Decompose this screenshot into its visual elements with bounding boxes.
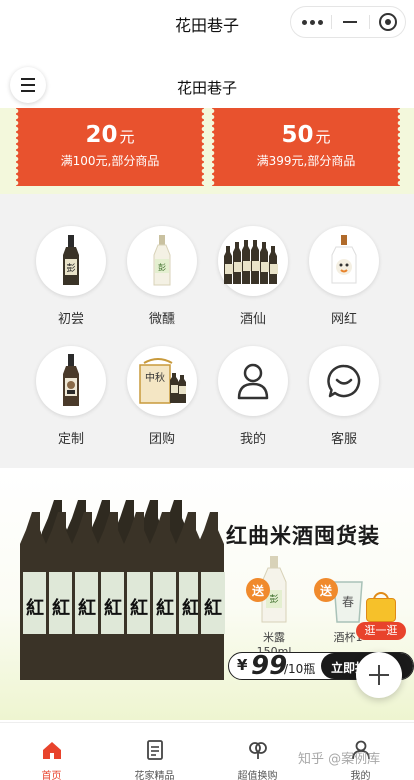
category-tuangou[interactable]: 中秋 团购 [117, 346, 207, 447]
category-label: 定制 [57, 432, 84, 447]
minimize-button[interactable] [331, 7, 369, 37]
svg-text:彭: 彭 [158, 262, 166, 272]
mini-program-bar: 花田巷子 [0, 0, 414, 46]
browse-shop-badge[interactable]: 逛一逛 [356, 592, 406, 644]
custom-bottle-icon [63, 354, 79, 406]
customer-service-icon [327, 364, 361, 398]
minus-icon [343, 21, 357, 23]
tab-exchange[interactable]: 超值换购 [206, 723, 309, 780]
home-icon [42, 742, 61, 759]
coupon-band: 20 元 满100元,部分商品 50 元 满399元,部分商品 [0, 108, 414, 194]
category-label: 网红 [330, 312, 357, 327]
bottle-label-text: 紅 [130, 597, 148, 619]
category-label: 初尝 [57, 312, 84, 327]
coupon-unit: 元 [119, 128, 135, 146]
tab-label: 我的 [350, 771, 371, 780]
page-header: 花田巷子 [0, 64, 414, 108]
user-icon [237, 363, 269, 400]
bottle-label-text: 紅 [52, 597, 70, 619]
plus-fab-button[interactable] [356, 652, 402, 698]
cartoon-bottle-icon [331, 235, 357, 284]
price-unit: /10瓶 [284, 662, 316, 676]
category-dingzhi[interactable]: 定制 [26, 346, 116, 447]
price-value: 99 [251, 652, 288, 680]
coupon-amount: 20 [85, 122, 118, 148]
svg-text:中秋: 中秋 [145, 371, 165, 384]
banner-title: 红曲米酒囤货装 [226, 524, 380, 548]
page-title: 花田巷子 [176, 79, 237, 97]
milk-sake-bottle-icon: 彭 [153, 235, 171, 286]
gift-box-icon: 中秋 [139, 358, 186, 404]
category-label: 我的 [239, 432, 266, 447]
more-options-button[interactable] [293, 7, 331, 37]
category-grid: 彭 初尝 彭 微醺 酒仙 网红 定制 中秋 团购 我的 客服 [0, 194, 414, 468]
category-weixun[interactable]: 彭 微醺 [117, 226, 207, 327]
bottle-group-icon [224, 240, 278, 284]
bottle-label-text: 紅 [26, 597, 44, 619]
coupon-card[interactable]: 50 元 满399元,部分商品 [212, 108, 400, 186]
svg-text:春: 春 [342, 595, 354, 609]
tab-home[interactable]: 首页 [0, 723, 103, 780]
bottle-label-text: 紅 [78, 597, 96, 619]
gift-badge: 送 [314, 578, 338, 602]
category-label: 酒仙 [239, 312, 266, 327]
tab-featured[interactable]: 花家精品 [103, 723, 206, 780]
coupon-condition: 满100元,部分商品 [60, 154, 160, 168]
category-wanghong[interactable]: 网红 [299, 226, 389, 327]
promo-banner[interactable]: 紅紅紅紅紅紅紅紅 红曲米酒囤货装 彭 米露150ml 送 春 酒杯1 送 ¥ 9… [0, 468, 414, 720]
tab-label: 花家精品 [134, 771, 175, 780]
category-label: 团购 [148, 432, 175, 447]
browse-label: 逛一逛 [356, 622, 406, 640]
bottle-pack-image: 紅紅紅紅紅紅紅紅 [20, 500, 225, 680]
coupon-card[interactable]: 20 元 满100元,部分商品 [16, 108, 204, 186]
document-icon [146, 740, 163, 760]
capsule-menu [290, 6, 406, 38]
tab-label: 超值换购 [237, 771, 278, 780]
target-icon [379, 13, 397, 31]
price-symbol: ¥ [237, 656, 248, 674]
coupon-amount: 50 [281, 122, 314, 148]
bottle-label-text: 紅 [182, 597, 200, 619]
category-chuchang[interactable]: 彭 初尝 [26, 226, 116, 327]
category-label: 微醺 [148, 312, 175, 327]
bottle-label-text: 紅 [204, 597, 222, 619]
tab-label: 首页 [41, 771, 62, 780]
category-jiuxian[interactable]: 酒仙 [208, 226, 298, 327]
coupon-condition: 满399元,部分商品 [256, 154, 356, 168]
category-label: 客服 [330, 432, 357, 447]
sake-bottle-icon: 彭 [63, 235, 79, 285]
more-dots-icon [301, 19, 323, 25]
exchange-icon [248, 742, 267, 759]
category-kefu[interactable]: 客服 [299, 346, 389, 447]
gift-badge: 送 [246, 578, 270, 602]
svg-text:彭: 彭 [66, 262, 75, 274]
category-wode[interactable]: 我的 [208, 346, 298, 447]
svg-text:彭: 彭 [269, 593, 278, 605]
close-mini-program-button[interactable] [369, 7, 407, 37]
watermark: 知乎 @案例库 [298, 752, 381, 767]
coupon-unit: 元 [315, 128, 331, 146]
bottle-label-text: 紅 [156, 597, 174, 619]
gift-product-milk: 彭 米露150ml [246, 554, 302, 658]
bottle-label-text: 紅 [104, 597, 122, 619]
